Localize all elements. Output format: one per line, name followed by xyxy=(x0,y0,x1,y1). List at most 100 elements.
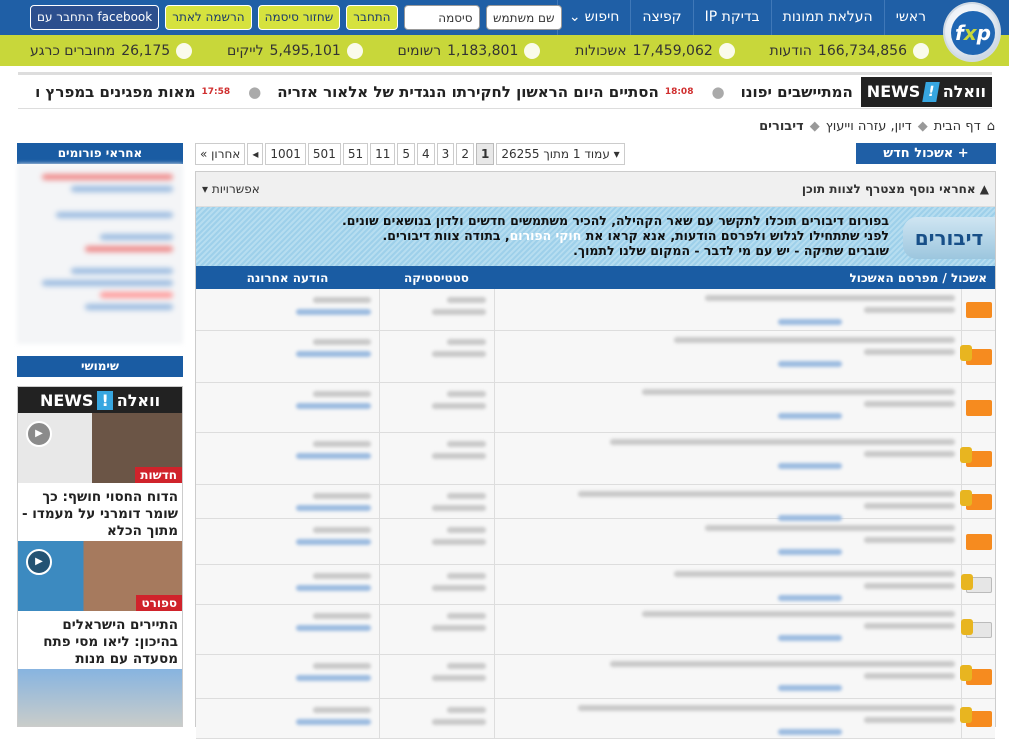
thread-title-cell[interactable] xyxy=(494,655,961,698)
announcement-link[interactable]: ▲ אחראי נוסף מצטרף לצוות תוכן xyxy=(802,182,989,196)
ticker-item[interactable]: 18:08 הסתיים היום הראשון לחקירתו הנגדית ש… xyxy=(238,83,693,101)
users-icon xyxy=(524,42,541,59)
pager-page[interactable]: 2 xyxy=(456,143,474,165)
thread-title-cell[interactable] xyxy=(494,433,961,484)
pager-page[interactable]: 11 xyxy=(370,143,396,165)
envelope-icon xyxy=(959,664,992,685)
username-input[interactable]: שם משתמש xyxy=(485,5,562,30)
walla-news-logo[interactable]: וואלה! NEWS xyxy=(18,387,182,413)
col-last-post[interactable]: הודעה אחרונה xyxy=(196,271,379,285)
lock-icon xyxy=(959,489,972,506)
pager-page[interactable]: 501 xyxy=(307,143,341,165)
thread-last-post-cell[interactable] xyxy=(196,655,379,698)
ticker-text: מאות מפגינים במפרץ ו xyxy=(35,82,196,101)
facebook-login-button[interactable]: התחבר עם facebook xyxy=(30,5,160,30)
thread-status-icon xyxy=(959,331,995,382)
page-jump-dropdown[interactable]: ▾ עמוד 1 מתוך 26255 xyxy=(496,143,625,165)
breadcrumb-category[interactable]: דיון, עזרה וייעוץ xyxy=(826,119,912,134)
news-ticker: וואלה! NEWS המתיישבים יפונו ● 18:08 הסתיים … xyxy=(18,72,992,109)
forgot-password-button[interactable]: שחזור סיסמה xyxy=(257,5,341,30)
useful-title: שימושי xyxy=(17,356,183,377)
pager-last[interactable]: « אחרון xyxy=(195,143,246,165)
register-button[interactable]: הרשמה לאתר xyxy=(165,5,252,30)
pager-page[interactable]: 1001 xyxy=(265,143,306,165)
new-thread-button[interactable]: + אשכול חדש xyxy=(856,143,996,164)
forum-container: ▲ אחראי נוסף מצטרף לצוות תוכן אפשרויות ▾… xyxy=(195,171,996,739)
thread-title-cell[interactable] xyxy=(494,565,961,604)
pager-page[interactable]: 3 xyxy=(436,143,455,165)
thread-row[interactable] xyxy=(196,605,995,655)
nav-upload-images[interactable]: העלאת תמונות xyxy=(770,0,884,35)
thread-status-icon xyxy=(959,655,995,698)
thread-last-post-cell[interactable] xyxy=(196,383,379,432)
thread-row[interactable] xyxy=(196,519,995,565)
thread-title-cell[interactable] xyxy=(494,485,961,521)
forum-title: דיבורים xyxy=(903,217,995,259)
ticker-item[interactable]: המתיישבים יפונו ● xyxy=(701,83,852,101)
thread-last-post-cell[interactable] xyxy=(196,699,379,738)
nav-jump[interactable]: קפיצה xyxy=(630,0,692,35)
news-image[interactable] xyxy=(18,669,182,726)
thread-row[interactable] xyxy=(196,331,995,383)
news-image[interactable]: ▶ חדשות xyxy=(18,413,182,483)
thread-last-post-cell[interactable] xyxy=(196,605,379,654)
ticker-text: המתיישבים יפונו xyxy=(740,82,853,101)
thread-last-post-cell[interactable] xyxy=(196,565,379,604)
thread-last-post-cell[interactable] xyxy=(196,433,379,484)
play-icon[interactable]: ▶ xyxy=(26,421,52,447)
thread-title-cell[interactable] xyxy=(494,383,961,432)
stat-label: הודעות xyxy=(769,42,812,59)
ticker-item[interactable]: 17:58 מאות מפגינים במפרץ ו xyxy=(35,83,230,101)
chevron-down-icon: ⌄ xyxy=(568,9,581,25)
news-headline[interactable]: הדוח החסוי חושף: כך שומר דומרני על מעמדו… xyxy=(18,483,182,541)
forum-rules-link[interactable]: חוקי הפורום xyxy=(510,228,582,243)
pager-page[interactable]: 5 xyxy=(397,143,416,165)
nav-home[interactable]: ראשי xyxy=(883,0,937,35)
home-icon[interactable]: ⌂ xyxy=(987,119,995,134)
thread-row[interactable] xyxy=(196,433,995,485)
thread-last-post-cell[interactable] xyxy=(196,289,379,330)
thread-row[interactable] xyxy=(196,383,995,433)
news-headline[interactable]: התיירים הישראלים בהיכון: ליאו מסי פתח מס… xyxy=(18,611,182,684)
thread-title-cell[interactable] xyxy=(494,519,961,564)
signal-icon xyxy=(176,42,193,59)
thread-stats-cell xyxy=(379,331,494,382)
thread-row[interactable] xyxy=(196,565,995,605)
breadcrumb-home[interactable]: דף הבית xyxy=(934,119,981,134)
thread-row[interactable] xyxy=(196,699,995,739)
thread-row[interactable] xyxy=(196,289,995,331)
envelope-icon xyxy=(959,489,992,510)
pager-next-icon[interactable]: ◂ xyxy=(247,143,264,165)
col-thread[interactable]: אשכול / מפרסם האשכול xyxy=(494,271,995,285)
walla-news-logo[interactable]: וואלה! NEWS xyxy=(860,76,992,107)
news-image[interactable]: ▶ ספורט xyxy=(18,541,182,611)
envelope-icon xyxy=(959,706,992,727)
separator-icon: ◆ xyxy=(809,119,820,134)
nav-ip-check[interactable]: בדיקת IP xyxy=(692,0,771,35)
thread-last-post-cell[interactable] xyxy=(196,331,379,382)
play-icon[interactable]: ▶ xyxy=(26,549,52,575)
pager-page[interactable]: 51 xyxy=(342,143,369,165)
options-dropdown[interactable]: אפשרויות ▾ xyxy=(202,182,260,196)
ticker-text: הסתיים היום הראשון לחקירתו הנגדית של אלא… xyxy=(277,82,659,101)
pager-page[interactable]: 4 xyxy=(417,143,435,165)
thread-title-cell[interactable] xyxy=(494,699,961,738)
moderators-list[interactable] xyxy=(17,164,183,344)
thread-status-icon xyxy=(959,699,995,738)
password-input[interactable]: סיסמה xyxy=(403,5,480,30)
col-stats[interactable]: סטטיסטיקה xyxy=(379,271,494,285)
thread-title-cell[interactable] xyxy=(494,331,961,382)
thread-last-post-cell[interactable] xyxy=(196,519,379,564)
thread-title-cell[interactable] xyxy=(494,289,961,330)
separator-icon: ◆ xyxy=(917,119,928,134)
pagination: « אחרון ◂ 1001 501 51 11 5 4 3 2 1 ▾ עמו… xyxy=(195,143,627,165)
login-button[interactable]: התחבר xyxy=(346,5,398,30)
nav-search[interactable]: חיפוש ⌄ xyxy=(556,0,631,35)
thread-title-cell[interactable] xyxy=(494,605,961,654)
thread-row[interactable] xyxy=(196,485,995,521)
site-logo[interactable]: fxp xyxy=(943,2,1001,62)
useful-panel: שימושי xyxy=(17,356,183,377)
thread-last-post-cell[interactable] xyxy=(196,485,379,518)
login-form: התחבר עם facebook הרשמה לאתר שחזור סיסמה… xyxy=(30,5,562,30)
thread-row[interactable] xyxy=(196,655,995,699)
